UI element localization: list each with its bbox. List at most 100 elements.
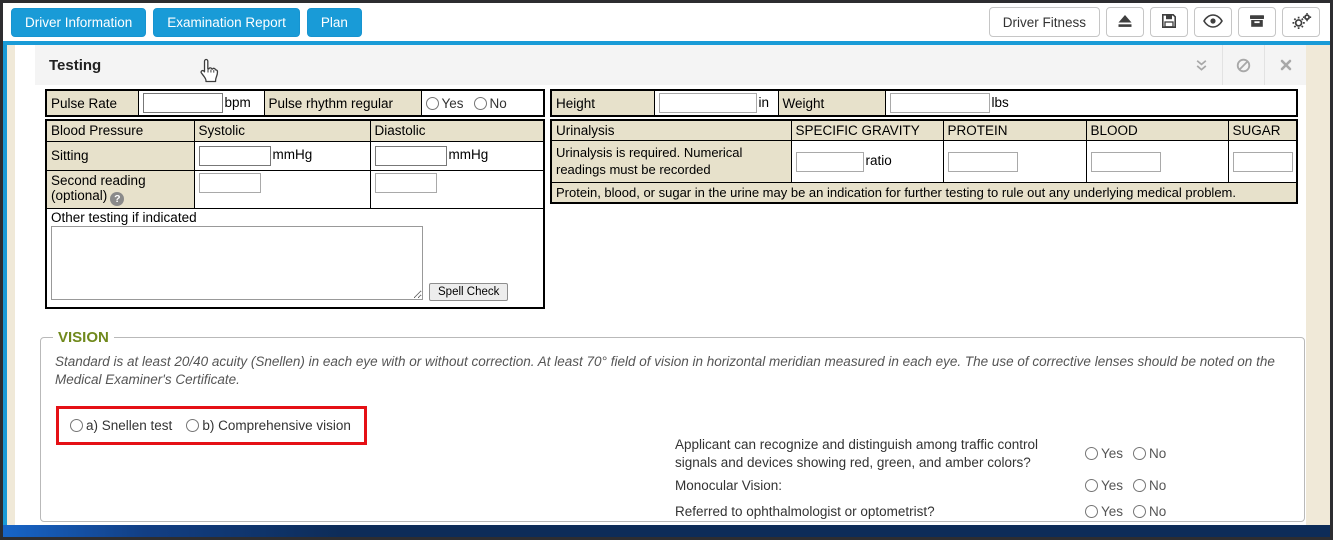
second-diastolic-input[interactable] (375, 173, 437, 193)
yes-label: Yes (1101, 504, 1123, 519)
driver-fitness-button[interactable]: Driver Fitness (989, 7, 1100, 37)
pulse-table: Pulse Rate bpm Pulse rhythm regular YesN… (45, 89, 545, 117)
height-unit: in (759, 95, 770, 110)
sitting-label: Sitting (46, 141, 194, 170)
app-window: Driver Information Examination Report Pl… (0, 0, 1333, 540)
urinalysis-title: Urinalysis (551, 120, 791, 141)
pulse-rhythm-cell: Yes No (421, 90, 544, 116)
sitting-diastolic-input[interactable] (375, 146, 447, 166)
height-input[interactable] (659, 93, 757, 113)
bottom-status-bar (3, 525, 1330, 537)
save-button[interactable] (1150, 7, 1188, 37)
pulse-rate-input[interactable] (143, 93, 223, 113)
ratio-label: ratio (866, 153, 892, 168)
toolbar-right-group: Driver Fitness (983, 7, 1320, 37)
traffic-signals-no-radio[interactable] (1133, 447, 1146, 460)
weight-cell: lbs (885, 90, 1297, 116)
no-label: No (1149, 504, 1166, 519)
pulse-rhythm-no-label: No (490, 96, 507, 111)
content-area: Testing Pulse Rate (3, 45, 1330, 537)
eject-icon (1117, 14, 1133, 31)
examination-report-button[interactable]: Examination Report (153, 8, 300, 37)
sugar-cell (1228, 141, 1297, 183)
vision-fieldset: VISION Standard is at least 20/40 acuity… (40, 329, 1305, 522)
panel-header-icons (1180, 45, 1306, 85)
archive-icon (1249, 13, 1265, 32)
question-text: Monocular Vision: (675, 477, 1083, 495)
height-weight-table: Height in Weight lbs (550, 89, 1298, 117)
second-systolic-cell (194, 170, 370, 208)
other-testing-textarea[interactable] (51, 226, 423, 300)
plan-button[interactable]: Plan (307, 8, 362, 37)
height-label: Height (551, 90, 654, 116)
pulse-rhythm-no-radio[interactable] (474, 97, 487, 110)
weight-input[interactable] (890, 93, 990, 113)
diastolic-unit: mmHg (449, 147, 489, 162)
monocular-yes-radio[interactable] (1085, 479, 1098, 492)
question-text: Applicant can recognize and distinguish … (675, 436, 1083, 471)
driver-information-button[interactable]: Driver Information (11, 8, 146, 37)
systolic-header: Systolic (194, 120, 370, 141)
testing-panel-header: Testing (35, 45, 1306, 85)
close-icon[interactable] (1264, 45, 1306, 85)
left-accent-strip (3, 45, 7, 537)
weight-unit: lbs (992, 95, 1009, 110)
referred-yes-radio[interactable] (1085, 505, 1098, 518)
preview-button[interactable] (1194, 7, 1232, 37)
top-toolbar: Driver Information Examination Report Pl… (3, 3, 1330, 45)
comprehensive-vision-label: b) Comprehensive vision (202, 418, 351, 433)
traffic-signals-yes-radio[interactable] (1085, 447, 1098, 460)
help-icon[interactable]: ? (110, 192, 124, 206)
no-label: No (1149, 478, 1166, 493)
yes-label: Yes (1101, 446, 1123, 461)
pulse-rate-label: Pulse Rate (46, 90, 138, 116)
monocular-no-radio[interactable] (1133, 479, 1146, 492)
snellen-test-label: a) Snellen test (86, 418, 172, 433)
urinalysis-table: Urinalysis SPECIFIC GRAVITY PROTEIN BLOO… (550, 119, 1298, 204)
urinalysis-requirement: Urinalysis is required. Numerical readin… (551, 141, 791, 183)
save-icon (1161, 13, 1177, 32)
referred-no-radio[interactable] (1133, 505, 1146, 518)
weight-label: Weight (778, 90, 885, 116)
eject-button[interactable] (1106, 7, 1144, 37)
archive-button[interactable] (1238, 7, 1276, 37)
sugar-header: SUGAR (1228, 120, 1297, 141)
blood-pressure-title: Blood Pressure (46, 120, 194, 141)
specific-gravity-input[interactable] (796, 152, 864, 172)
testing-panel: Testing Pulse Rate (15, 45, 1306, 525)
spell-check-button[interactable]: Spell Check (429, 283, 508, 301)
pulse-rate-cell: bpm (138, 90, 264, 116)
blood-header: BLOOD (1086, 120, 1228, 141)
comprehensive-vision-radio[interactable] (186, 419, 199, 432)
sugar-input[interactable] (1233, 152, 1293, 172)
disable-icon[interactable] (1222, 45, 1264, 85)
pulse-rhythm-yes-label: Yes (442, 96, 464, 111)
preview-eye-icon (1203, 14, 1223, 31)
sitting-systolic-input[interactable] (199, 146, 271, 166)
question-row-traffic-signals: Applicant can recognize and distinguish … (675, 436, 1176, 471)
question-row-monocular: Monocular Vision: Yes No (675, 475, 1176, 497)
collapse-chevrons-icon[interactable] (1180, 45, 1222, 85)
blood-input[interactable] (1091, 152, 1161, 172)
snellen-test-radio[interactable] (70, 419, 83, 432)
specific-gravity-cell: ratio (791, 141, 943, 183)
other-testing-cell: Other testing if indicated Spell Check (46, 208, 544, 308)
second-diastolic-cell (370, 170, 544, 208)
blood-cell (1086, 141, 1228, 183)
protein-header: PROTEIN (943, 120, 1086, 141)
question-yesno: Yes No (1085, 445, 1176, 463)
protein-cell (943, 141, 1086, 183)
settings-button[interactable] (1282, 7, 1320, 37)
pulse-rhythm-yes-radio[interactable] (426, 97, 439, 110)
question-yesno: Yes No (1085, 503, 1176, 521)
no-label: No (1149, 446, 1166, 461)
second-systolic-input[interactable] (199, 173, 261, 193)
height-cell: in (654, 90, 778, 116)
sitting-systolic-cell: mmHg (194, 141, 370, 170)
protein-input[interactable] (948, 152, 1018, 172)
pulse-rate-unit: bpm (225, 95, 251, 110)
question-row-referred: Referred to ophthalmologist or optometri… (675, 501, 1176, 523)
yes-label: Yes (1101, 478, 1123, 493)
question-yesno: Yes No (1085, 477, 1176, 495)
sitting-diastolic-cell: mmHg (370, 141, 544, 170)
